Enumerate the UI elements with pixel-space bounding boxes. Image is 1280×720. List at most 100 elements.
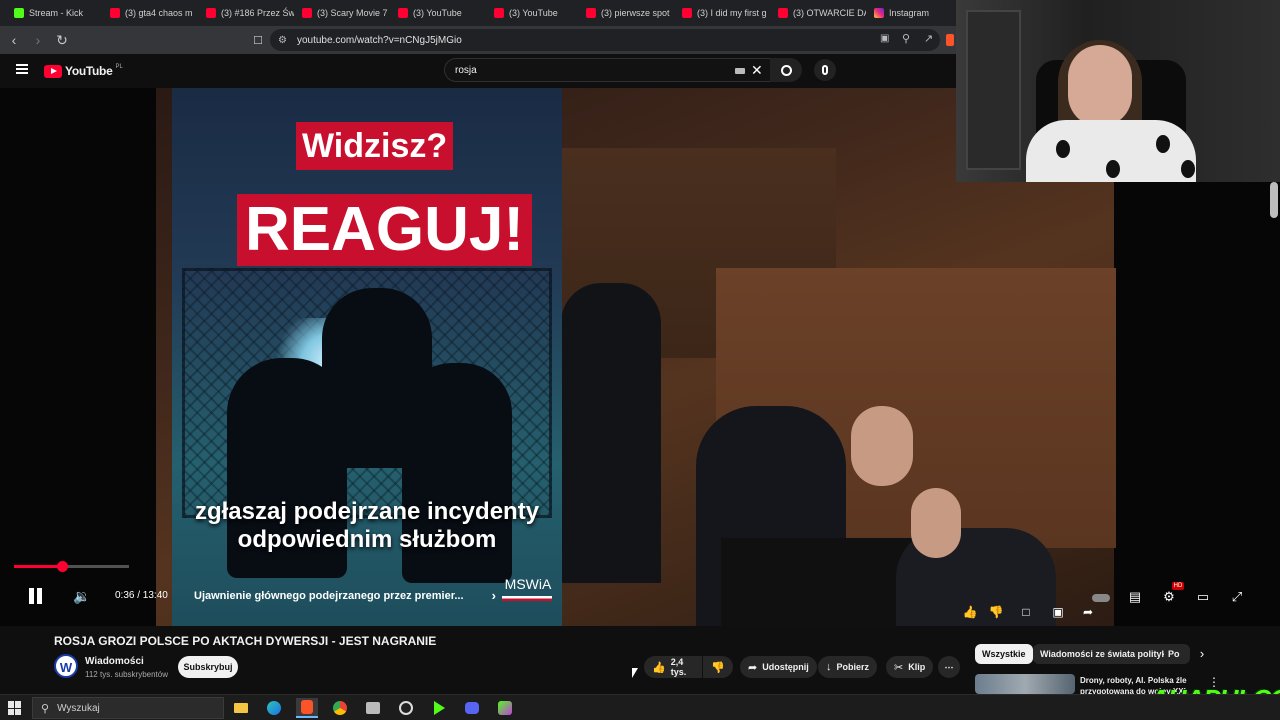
browser-tab[interactable]: (3) YouTube — [390, 0, 486, 26]
search-icon — [780, 64, 792, 76]
taskbar-search[interactable]: ⚲ Wyszukaj — [32, 697, 224, 719]
chevron-right-icon: › — [491, 588, 496, 603]
browser-tab[interactable]: (3) gta4 chaos m — [102, 0, 198, 26]
obs-icon[interactable] — [395, 698, 417, 718]
polish-flag-icon — [502, 596, 552, 601]
progress-scrubber[interactable] — [57, 561, 68, 572]
poster-label-widzisz: Widzisz? — [296, 122, 454, 170]
progress-played — [14, 565, 62, 568]
chapter-button[interactable]: Ujawnienie głównego podejrzanego przez p… — [186, 582, 504, 610]
chip-partial[interactable]: Po — [1164, 644, 1190, 664]
comment-icon[interactable]: □ — [1018, 604, 1034, 620]
youtube-icon — [494, 8, 504, 18]
channel-avatar[interactable]: W — [54, 654, 78, 678]
theater-mode-icon[interactable]: ▭ — [1192, 586, 1214, 608]
scissors-icon: ✂ — [894, 661, 904, 674]
streamer-webcam — [956, 0, 1280, 182]
discord-icon[interactable] — [461, 698, 483, 718]
browser-tab[interactable]: (3) Scary Movie 7 — [294, 0, 390, 26]
fullscreen-icon[interactable]: ⤢ — [1226, 586, 1248, 608]
recommendation-thumbnail[interactable] — [975, 674, 1075, 694]
search-input[interactable]: rosja ✕ — [444, 58, 774, 82]
youtube-icon — [110, 8, 120, 18]
clear-search-icon[interactable]: ✕ — [751, 62, 763, 79]
bookmark-icon[interactable]: ☐ — [248, 30, 268, 50]
keyboard-icon[interactable] — [735, 68, 745, 74]
volume-icon[interactable]: 🔉 — [72, 586, 92, 606]
chevron-right-icon[interactable]: › — [1194, 646, 1210, 662]
chrome-icon[interactable] — [329, 698, 351, 718]
hd-badge: HD — [1172, 582, 1184, 590]
file-explorer-icon[interactable] — [230, 698, 252, 718]
dislike-icon[interactable]: 👎 — [988, 604, 1004, 620]
chip-politics[interactable]: Wiadomości ze świata polityki — [1033, 644, 1176, 664]
kick-icon — [14, 8, 24, 18]
video-title: ROSJA GROZI POLSCE PO AKTACH DYWERSJI - … — [54, 634, 437, 648]
youtube-icon — [206, 8, 216, 18]
subscribe-button[interactable]: Subskrybuj — [178, 656, 238, 678]
poster-label-reaguj: REAGUJ! — [237, 194, 533, 266]
cast-icon[interactable]: ▣ — [880, 33, 889, 44]
site-settings-icon[interactable]: ⚙ — [278, 35, 287, 46]
browser-tab[interactable]: (3) I did my first g — [674, 0, 770, 26]
youtube-icon — [682, 8, 692, 18]
microphone-icon — [822, 65, 828, 75]
mouse-cursor-icon — [632, 668, 638, 678]
thumbs-down-icon: 👎 — [711, 661, 725, 674]
forward-icon[interactable]: › — [28, 30, 48, 50]
edge-icon[interactable] — [263, 698, 285, 718]
pause-button[interactable] — [26, 586, 46, 606]
app-icon[interactable] — [362, 698, 384, 718]
youtube-logo[interactable]: YouTube PL — [44, 64, 123, 78]
browser-tab[interactable]: (3) YouTube — [486, 0, 578, 26]
share-icon[interactable]: ➦ — [1080, 604, 1096, 620]
browser-tab[interactable]: (3) pierwsze spot — [578, 0, 674, 26]
page-scrollbar[interactable] — [1270, 182, 1278, 218]
voice-search-button[interactable] — [814, 59, 836, 81]
mswia-logo: MSWiA — [502, 576, 554, 602]
youtube-icon — [398, 8, 408, 18]
url-text: youtube.com/watch?v=nCNgJ5jMGio — [296, 34, 462, 46]
more-actions-button[interactable]: ⋯ — [938, 656, 960, 678]
youtube-play-icon — [44, 64, 62, 78]
app2-icon[interactable] — [494, 698, 516, 718]
share-arrow-icon: ➦ — [748, 661, 758, 674]
browser-toolbar: ‹ › ↻ ☐ ⚙ youtube.com/watch?v=nCNgJ5jMGi… — [0, 26, 956, 54]
download-icon: ↓ — [826, 661, 832, 673]
zoom-icon[interactable]: ⚲ — [902, 32, 910, 45]
share-icon[interactable]: ↗ — [924, 32, 933, 45]
youtube-icon — [778, 8, 788, 18]
brave-shield-icon[interactable] — [946, 34, 954, 46]
chip-all[interactable]: Wszystkie — [975, 644, 1033, 664]
reload-icon[interactable]: ↻ — [52, 30, 72, 50]
thumbs-up-icon: 👍 — [652, 661, 666, 674]
kick-app-icon[interactable] — [428, 698, 450, 718]
search-button[interactable] — [770, 58, 802, 82]
browser-tab[interactable]: (3) #186 Przez Św — [198, 0, 294, 26]
subtitles-icon[interactable]: ▤ — [1124, 586, 1146, 608]
like-icon[interactable]: 👍 — [962, 604, 978, 620]
windows-start-icon[interactable] — [8, 701, 22, 715]
chat-icon[interactable]: ▣ — [1050, 604, 1066, 620]
channel-subscriber-count: 112 tys. subskrybentów — [85, 670, 169, 679]
browser-tab-strip: Stream - Kick (3) gta4 chaos m (3) #186 … — [0, 0, 956, 26]
dislike-button[interactable]: 👎 — [703, 656, 733, 678]
windows-taskbar: ⚲ Wyszukaj — [0, 694, 1280, 720]
browser-tab[interactable]: (3) OTWARCIE DA — [770, 0, 866, 26]
channel-name[interactable]: Wiadomości — [85, 656, 144, 667]
menu-icon[interactable] — [16, 64, 28, 74]
like-button[interactable]: 👍 2,4 tys. — [644, 656, 702, 678]
browser-tab[interactable]: Instagram — [866, 0, 956, 26]
download-button[interactable]: ↓ Pobierz — [818, 656, 878, 678]
instagram-icon — [874, 8, 884, 18]
poster-caption: zgłaszaj podejrzane incydenty odpowiedni… — [194, 498, 540, 553]
search-icon: ⚲ — [41, 702, 50, 715]
address-bar[interactable]: ⚙ youtube.com/watch?v=nCNgJ5jMGio ▣ ⚲ ↗ — [270, 29, 940, 51]
clip-button[interactable]: ✂ Klip — [886, 656, 934, 678]
back-icon[interactable]: ‹ — [4, 30, 24, 50]
brave-icon[interactable] — [296, 698, 318, 718]
browser-tab[interactable]: Stream - Kick — [6, 0, 102, 26]
time-display: 0:36 / 13:40 — [115, 590, 168, 601]
youtube-masthead: YouTube PL rosja ✕ — [0, 54, 956, 88]
share-button[interactable]: ➦ Udostępnij — [740, 656, 817, 678]
